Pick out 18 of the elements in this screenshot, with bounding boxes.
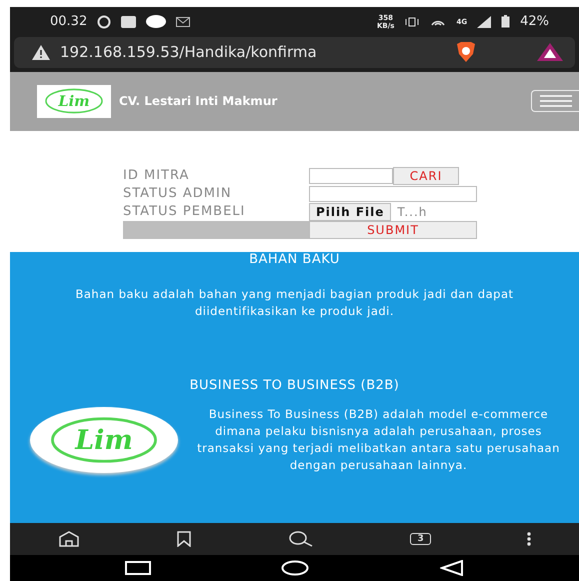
section-title: BUSINESS TO BUSINESS (B2B) bbox=[190, 378, 400, 394]
section-text: Bahan baku adalah bahan yang menjadi bagian produk jadi dan dapat diidentifikasikan ke produk jadi. bbox=[74, 286, 514, 320]
choose-file-button[interactable]: Pilih File bbox=[309, 203, 392, 222]
battery-level: 42% bbox=[520, 14, 549, 30]
site-title: CV. Lestari Inti Makmur bbox=[119, 94, 278, 108]
field-label: STATUS ADMIN bbox=[123, 185, 233, 204]
section-text: Business To Business (B2B) adalah model e-commerce dimana pelaku bisnisnya adalah perusahaan, proses transaksi yang terjadi melibatkan antara satu perusahaan dengan perusahaan lainnya. bbox=[196, 406, 561, 474]
field-label: STATUS PEMBELI bbox=[123, 203, 246, 222]
url-text: 192.168.159.53/Handika/konfirma bbox=[60, 43, 318, 62]
field-label: ID MITRA bbox=[123, 167, 190, 186]
search-button[interactable]: CARI bbox=[393, 167, 459, 186]
address-bar[interactable]: 192.168.159.53/Handika/konfirma bbox=[14, 36, 575, 68]
file-name: T...h bbox=[397, 205, 428, 220]
clock: 00.32 bbox=[50, 14, 88, 30]
submit-button[interactable]: SUBMIT bbox=[309, 221, 477, 240]
logo: Lim bbox=[43, 87, 105, 116]
section-title: BAHAN BAKU bbox=[249, 252, 340, 268]
tab-count[interactable]: 3 bbox=[410, 533, 431, 546]
